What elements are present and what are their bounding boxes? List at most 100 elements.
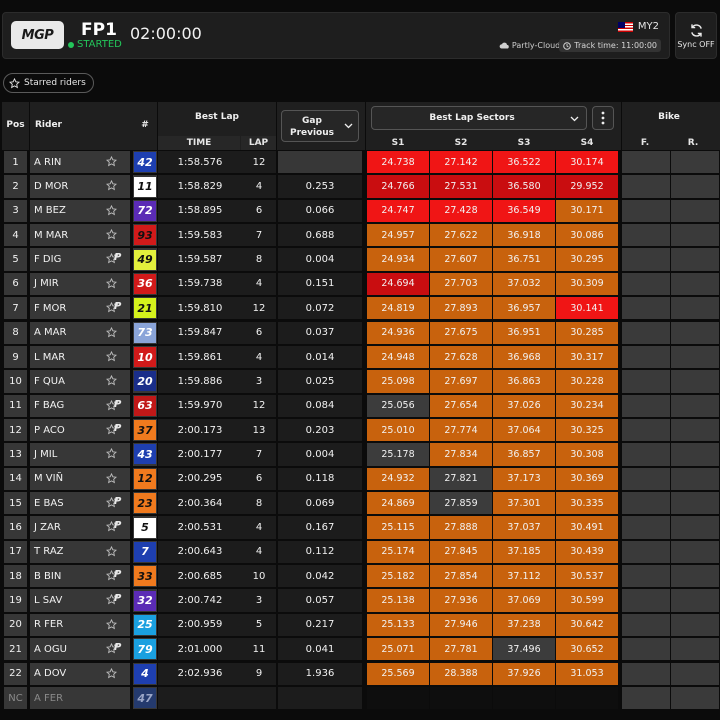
sync-toggle-button[interactable]: Sync OFF [675, 12, 717, 59]
rider-name-cell[interactable]: J MIR [30, 272, 130, 296]
rider-row[interactable]: 1A RIN 42 1:58.576 12 24.738 27.142 36.522 30.1… [0, 151, 720, 174]
rider-name-cell[interactable]: F MOR Ᵽ [30, 297, 130, 320]
rider-row[interactable]: 17 T RAZ 7 2:00.643 4 0.112 25.174 27.845 37.185… [0, 540, 720, 564]
star-toggle-icon[interactable] [106, 448, 117, 459]
star-toggle-icon[interactable] [106, 545, 117, 557]
sync-icon [690, 23, 702, 37]
col-rider-label: Rider [35, 120, 62, 130]
gap-previous-cell: 0.004 [278, 443, 362, 466]
rider-row[interactable]: 3M BEZ 72 1:58.895 6 0.066 24.747 27.428 36.549… [0, 199, 720, 223]
rider-row[interactable]: 5F DIG Ᵽ 49 1:59.587 8 0.004 24.934 27.607 36.75… [0, 248, 720, 271]
rider-name-cell[interactable]: J MIL [30, 443, 130, 466]
gap-previous-cell: 0.069 [278, 492, 362, 515]
position-cell: 10 [4, 370, 27, 393]
star-toggle-icon[interactable] [106, 667, 117, 679]
rider-row[interactable]: 19 L SAV Ᵽ 32 2:00.742 3 0.057 25.138 27.936 37.0… [0, 589, 720, 612]
star-toggle-icon[interactable] [106, 618, 117, 630]
rider-row[interactable]: 16 J ZAR Ᵽ 5 2:00.531 4 0.167 25.115 27.888 37.03… [0, 516, 720, 539]
sector-4-cell: 30.599 [556, 589, 618, 612]
rider-name-cell[interactable]: E BAS Ᵽ [30, 492, 130, 515]
rider-row[interactable]: 10 F QUA 20 1:59.886 3 0.025 25.098 27.697 36.86… [0, 370, 720, 393]
rider-row[interactable]: 22 A DOV 4 2:02.936 9 1.936 25.569 28.388 37.926… [0, 662, 720, 686]
sector-2-cell: 27.946 [430, 613, 492, 637]
rider-row[interactable]: 14 M VIÑ 12 2:00.295 6 0.118 24.932 27.821 37.17… [0, 467, 720, 491]
rider-name-cell[interactable]: A MAR [30, 321, 130, 344]
rider-row[interactable]: NC A FER 47 [0, 686, 720, 710]
col-pos-header: Pos [2, 102, 29, 150]
sector-3-cell: 37.301 [493, 492, 555, 515]
front-tyre-cell [622, 370, 670, 393]
rider-name-cell[interactable]: F DIG Ᵽ [30, 248, 130, 271]
rider-name-cell[interactable]: A RIN [30, 151, 130, 174]
sector-2-cell: 27.774 [430, 418, 492, 442]
rider-row[interactable]: 6J MIR 36 1:59.738 4 0.151 24.694 27.703 37.032… [0, 272, 720, 296]
sector-3-cell: 36.951 [493, 321, 555, 344]
rear-tyre-cell [671, 565, 719, 588]
rider-row[interactable]: 2D MOR 11 1:58.829 4 0.253 24.766 27.531 36.580… [0, 175, 720, 198]
rider-name-cell[interactable]: F QUA [30, 370, 130, 393]
star-toggle-icon[interactable] [106, 277, 117, 289]
best-lap-number-cell: 3 [242, 589, 276, 612]
rider-row[interactable]: 4M MAR 93 1:59.583 7 0.688 24.957 27.622 36.918… [0, 224, 720, 247]
rider-name-cell[interactable]: T RAZ [30, 540, 130, 564]
rider-name-cell[interactable]: L SAV Ᵽ [30, 589, 130, 612]
star-toggle-icon[interactable] [106, 204, 117, 216]
rider-name-cell[interactable]: J ZAR Ᵽ [30, 516, 130, 539]
rider-row[interactable]: 13 J MIL 43 2:00.177 7 0.004 25.178 27.834 36.85… [0, 443, 720, 466]
rider-name-cell[interactable]: M MAR [30, 224, 130, 247]
rider-name-cell[interactable]: P ACO Ᵽ [30, 418, 130, 442]
rider-number-badge: 25 [134, 614, 156, 635]
rider-name-cell[interactable]: F BAG Ᵽ [30, 394, 130, 417]
rider-row[interactable]: 20 R FER 25 2:00.959 5 0.217 25.133 27.946 37.23… [0, 613, 720, 637]
rider-row[interactable]: 12 P ACO Ᵽ 37 2:00.173 13 0.203 25.010 27.774 37.… [0, 418, 720, 442]
rider-row[interactable]: 21 A OGU Ᵽ 79 2:01.000 11 0.041 25.071 27.781 37.… [0, 638, 720, 661]
rider-name-cell[interactable]: R FER [30, 613, 130, 637]
sector-1-cell: 25.115 [367, 516, 429, 539]
rider-name-cell[interactable]: A DOV [30, 662, 130, 685]
rider-row[interactable]: 11 F BAG Ᵽ 63 1:59.970 12 0.084 25.056 27.654 37.… [0, 394, 720, 418]
sector-3-cell: 36.580 [493, 175, 555, 198]
rider-row[interactable]: 8A MAR 73 1:59.847 6 0.037 24.936 27.675 36.951… [0, 321, 720, 345]
rider-row[interactable]: 15 E BAS Ᵽ 23 2:00.364 8 0.069 24.869 27.859 37.3… [0, 492, 720, 515]
sector-2-cell: 27.936 [430, 589, 492, 612]
star-toggle-icon[interactable] [106, 472, 117, 484]
best-lap-time-cell: 1:59.970 [158, 394, 242, 417]
rider-name-cell[interactable]: M BEZ [30, 199, 130, 223]
star-toggle-icon[interactable] [106, 350, 117, 362]
rider-row[interactable]: 18 B BIN Ᵽ 33 2:00.685 10 0.042 25.182 27.854 37.… [0, 565, 720, 588]
position-cell: NC [4, 686, 27, 710]
sector-4-cell: 30.234 [556, 394, 618, 417]
motogp-logo: MGP [11, 21, 64, 49]
rear-tyre-cell [671, 443, 719, 466]
star-toggle-icon[interactable] [106, 180, 117, 191]
sector-4-cell: 30.652 [556, 638, 618, 661]
star-toggle-icon[interactable] [106, 229, 117, 240]
sector-4-cell: 30.369 [556, 467, 618, 490]
rider-name-cell[interactable]: D MOR [30, 175, 130, 198]
rider-name-cell[interactable]: L MAR [30, 345, 130, 369]
gap-mode-dropdown[interactable]: Gap Previous [281, 110, 359, 142]
best-lap-time-cell: 2:00.643 [158, 540, 242, 564]
starred-riders-button[interactable]: Starred riders [3, 73, 94, 93]
front-tyre-cell [622, 492, 670, 515]
rider-row[interactable]: 7F MOR Ᵽ 21 1:59.810 12 0.072 24.819 27.893 36.9… [0, 297, 720, 320]
star-toggle-icon[interactable] [106, 375, 117, 386]
rear-tyre-cell [671, 467, 719, 490]
rider-row[interactable]: 9L MAR 10 1:59.861 4 0.014 24.948 27.628 36.968… [0, 345, 720, 369]
gap-previous-cell: 0.112 [278, 540, 362, 564]
rider-name-cell[interactable]: B BIN Ᵽ [30, 565, 130, 588]
best-lap-number-cell: 5 [242, 613, 276, 637]
rider-name-cell[interactable]: M VIÑ [30, 467, 130, 490]
rider-name-cell[interactable]: A FER [30, 686, 130, 710]
pit-lane-icon: Ᵽ [114, 398, 122, 410]
rider-name-cell[interactable]: A OGU Ᵽ [30, 638, 130, 661]
sectors-more-menu-button[interactable] [592, 106, 614, 130]
pit-lane-icon: Ᵽ [114, 301, 122, 313]
star-toggle-icon[interactable] [106, 326, 117, 338]
sector-3-cell: 37.238 [493, 613, 555, 637]
best-lap-number-cell: 12 [242, 394, 276, 417]
rider-number-badge: 93 [134, 225, 156, 246]
col-lap-label: LAP [241, 136, 276, 150]
star-toggle-icon[interactable] [106, 156, 117, 167]
sectors-mode-dropdown[interactable]: Best Lap Sectors [371, 106, 587, 130]
